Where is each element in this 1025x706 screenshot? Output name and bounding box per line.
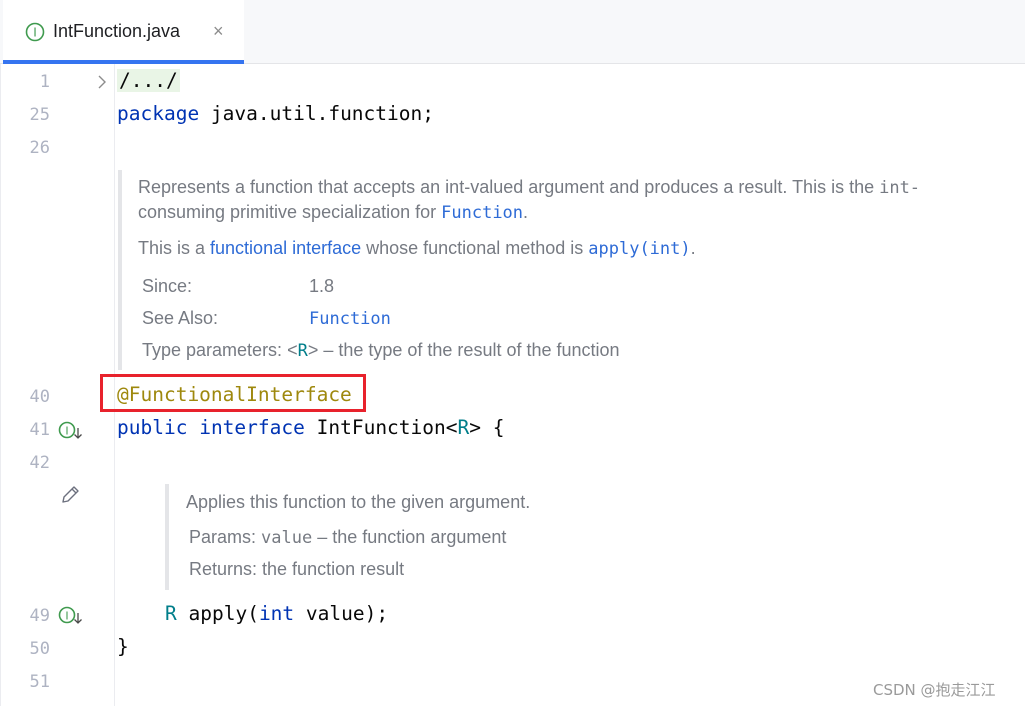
link-functional-interface[interactable]: functional interface [210, 238, 361, 258]
tab-intfunction-java[interactable]: I IntFunction.java × [3, 0, 244, 64]
doc-since-value: 1.8 [309, 276, 335, 296]
line-number: 25 [29, 105, 50, 125]
doc-returns: Returns: the function result [189, 559, 405, 579]
line-number: 42 [29, 453, 50, 473]
doc-method-summary: Applies this function to the given argum… [186, 492, 531, 512]
link-apply-int[interactable]: apply(int) [588, 239, 690, 259]
doc-summary-line-1: Represents a function that accepts an in… [138, 177, 921, 198]
line-number: 1 [39, 72, 50, 92]
doc-see-value: Function [309, 308, 391, 329]
code-line-25[interactable]: package java.util.function; [117, 102, 434, 125]
code-line-49[interactable]: R apply(int value); [165, 602, 388, 625]
link-see-function[interactable]: Function [309, 309, 391, 329]
line-number: 41 [29, 420, 50, 440]
svg-text:I: I [65, 610, 68, 623]
fold-chevron-icon[interactable] [96, 74, 108, 94]
doc-block-bar [165, 484, 169, 590]
line-number: 50 [29, 639, 50, 659]
doc-block-bar [118, 170, 122, 370]
line-number: 51 [29, 672, 50, 692]
code-line-1[interactable]: /.../ [117, 69, 180, 92]
keyword-package: package [117, 102, 200, 125]
doc-see-label: See Also: [142, 308, 219, 328]
doc-functional-line: This is a functional interface whose fun… [138, 238, 696, 259]
link-function[interactable]: Function [441, 203, 523, 223]
line-number: 26 [29, 138, 50, 158]
line-number: 49 [29, 606, 50, 626]
svg-text:I: I [65, 425, 68, 438]
doc-type-params: Type parameters: <R> – the type of the r… [142, 340, 620, 361]
csdn-watermark: CSDN @抱走江江 [873, 681, 996, 699]
code-line-41[interactable]: public interface IntFunction<R> { [117, 416, 504, 439]
doc-summary-line-2: consuming primitive specialization for F… [138, 202, 529, 223]
package-name: java.util.function; [199, 102, 434, 125]
code-line-50[interactable]: } [117, 635, 129, 658]
tab-filename: IntFunction.java [53, 21, 181, 41]
folded-imports[interactable]: /.../ [117, 69, 180, 92]
edit-doc-icon[interactable] [59, 484, 81, 510]
doc-params: Params: value – the function argument [189, 527, 507, 548]
editor-tab-bar: I IntFunction.java × [0, 0, 1025, 64]
implemented-interface-icon[interactable]: I [58, 420, 84, 446]
svg-text:I: I [33, 26, 37, 40]
active-tab-indicator [3, 60, 244, 64]
annotation-highlight-box [100, 374, 366, 412]
line-number: 40 [29, 387, 50, 407]
interface-file-icon: I [25, 22, 45, 46]
implemented-method-icon[interactable]: I [58, 605, 84, 631]
doc-since-label: Since: [142, 276, 193, 296]
close-icon[interactable]: × [213, 21, 224, 42]
